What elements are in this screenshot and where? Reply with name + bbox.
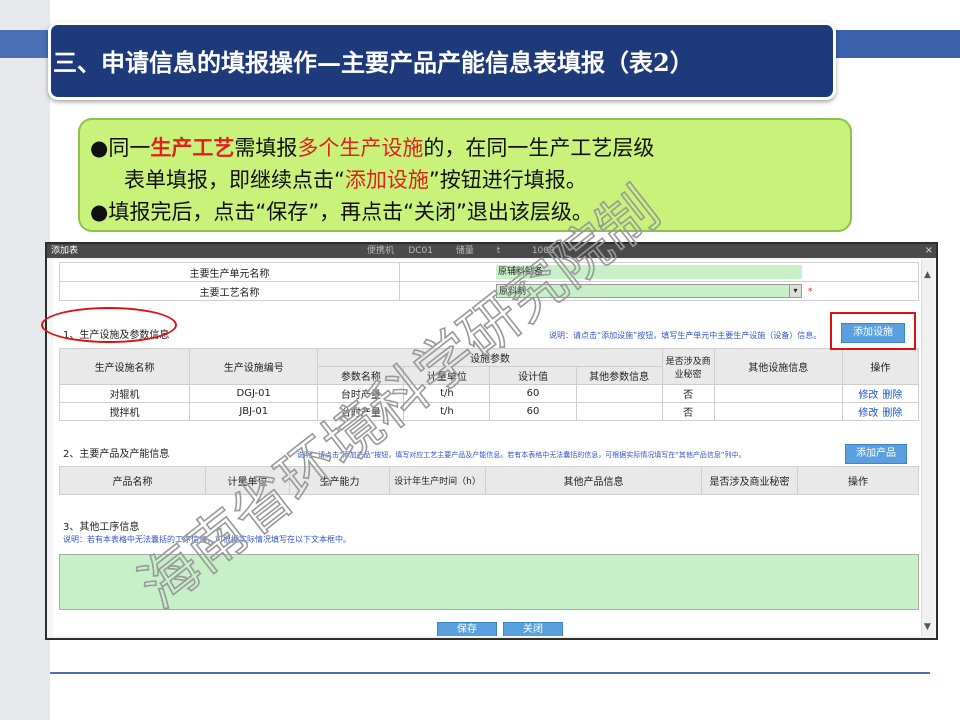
save-button[interactable]: 保存 bbox=[437, 622, 497, 636]
col-header: 操作 bbox=[797, 466, 919, 495]
bottom-rule bbox=[50, 672, 930, 674]
cell-unit: t/h bbox=[403, 384, 491, 403]
col-header: 设施参数 bbox=[317, 348, 663, 367]
cell-design-value: 60 bbox=[489, 384, 577, 403]
process-name-select[interactable]: 原料制 ▾ bbox=[496, 284, 802, 298]
facility-table: 生产设施名称 生产设施编号 设施参数 是否涉及商业秘密 其他设施信息 操作 参数… bbox=[58, 348, 920, 421]
col-header: 其他参数信息 bbox=[575, 366, 663, 385]
other-process-textarea[interactable] bbox=[59, 554, 919, 610]
note-highlight: 多个生产设施 bbox=[297, 136, 424, 160]
background-ghost-text: 便携机 DC01 储量 t 1000 bbox=[367, 244, 555, 258]
cell-facility-code: DGJ-01 bbox=[189, 384, 319, 403]
section3-label: 3、其他工序信息 bbox=[63, 522, 140, 533]
dialog-footer: 保存 关闭 bbox=[59, 622, 919, 636]
product-table: 产品名称 计量单位 生产能力 设计年生产时间（h） 其他产品信息 是否涉及商业秘… bbox=[59, 466, 919, 495]
process-name-value: 原料制 bbox=[499, 287, 527, 297]
col-header: 设计值 bbox=[489, 366, 577, 385]
note-text: ●同一 bbox=[90, 136, 151, 160]
dialog-body: 主要生产单元名称 原辅料制备 主要工艺名称 原料制 ▾ * 1、生产设施及参数信息 … bbox=[53, 260, 921, 636]
add-table-dialog: 添加表 便携机 DC01 储量 t 1000 × 主要生产单元名称 原辅料制备 … bbox=[45, 242, 938, 640]
unit-name-field[interactable]: 原辅料制备 bbox=[496, 265, 802, 279]
top-fields-table: 主要生产单元名称 原辅料制备 主要工艺名称 原料制 ▾ * bbox=[59, 262, 919, 301]
note-line-3: ●填报完后，点击“保存”，再点击“关闭”退出该层级。 bbox=[90, 200, 593, 224]
ghost-text: t bbox=[496, 246, 501, 256]
note-callout: ●同一生产工艺需填报多个生产设施的，在同一生产工艺层级 表单填报，即继续点击“添… bbox=[78, 118, 852, 232]
cell-secret: 否 bbox=[661, 402, 715, 421]
cell-design-value: 60 bbox=[489, 402, 577, 421]
table-row: 对辊机 DGJ-01 台时产量 t/h 60 否 修改 删除 bbox=[58, 384, 920, 403]
cell-other-info bbox=[713, 384, 843, 403]
note-text: 表单填报，即继续点击“ bbox=[124, 168, 345, 192]
ghost-text: 便携机 bbox=[367, 246, 395, 256]
cell-secret: 否 bbox=[661, 384, 715, 403]
required-marker: * bbox=[808, 287, 813, 297]
delete-link[interactable]: 删除 bbox=[882, 390, 902, 401]
top-decor-band-right bbox=[836, 30, 960, 58]
note-text: ”按钮进行填报。 bbox=[428, 168, 587, 192]
col-header: 产品名称 bbox=[59, 466, 206, 495]
ghost-text: 储量 bbox=[455, 246, 474, 256]
col-header: 生产设施编号 bbox=[189, 348, 319, 385]
unit-name-cell: 原辅料制备 bbox=[399, 262, 919, 282]
cell-facility-code: JBJ-01 bbox=[189, 402, 319, 421]
note-text: 的，在同一生产工艺层级 bbox=[423, 136, 655, 160]
section2-hint: 说明：请点击“添加产品”按钮，填写对应工艺主要产品及产能信息。若有本表格中无法囊… bbox=[297, 451, 746, 459]
cell-param-name: 台时产量 bbox=[317, 402, 405, 421]
cell-other-info bbox=[713, 402, 843, 421]
col-header: 参数名称 bbox=[317, 366, 405, 385]
cell-other-params bbox=[575, 384, 663, 403]
edit-link[interactable]: 修改 bbox=[858, 408, 878, 419]
col-header: 生产设施名称 bbox=[58, 348, 191, 385]
process-name-label: 主要工艺名称 bbox=[59, 281, 400, 301]
col-header: 是否涉及商业秘密 bbox=[661, 348, 715, 385]
col-header: 是否涉及商业秘密 bbox=[701, 466, 798, 495]
table-row: 搅拌机 JBJ-01 台时产量 t/h 60 否 修改 删除 bbox=[58, 402, 920, 421]
cell-ops: 修改 删除 bbox=[841, 384, 920, 403]
note-highlight: 生产工艺 bbox=[150, 136, 235, 160]
title-banner: 三、申请信息的填报操作—主要产品产能信息表填报（表2） bbox=[48, 22, 836, 100]
cell-facility-name: 搅拌机 bbox=[58, 402, 191, 421]
edit-link[interactable]: 修改 bbox=[858, 390, 878, 401]
ghost-text: DC01 bbox=[408, 246, 433, 256]
chevron-up-icon[interactable]: ▲ bbox=[924, 270, 931, 280]
slide: 三、申请信息的填报操作—主要产品产能信息表填报（表2） ●同一生产工艺需填报多个… bbox=[0, 0, 960, 720]
col-header: 设计年生产时间（h） bbox=[389, 466, 486, 495]
section2-label: 2、主要产品及产能信息 bbox=[63, 449, 170, 460]
note-line-1: ●同一生产工艺需填报多个生产设施的，在同一生产工艺层级 bbox=[90, 132, 654, 162]
col-header: 计量单位 bbox=[205, 466, 290, 495]
dialog-scrollbar[interactable]: ▲ ▼ bbox=[921, 260, 934, 636]
chevron-down-icon[interactable]: ▼ bbox=[924, 622, 931, 632]
delete-link[interactable]: 删除 bbox=[882, 408, 902, 419]
cell-other-params bbox=[575, 402, 663, 421]
note-text: 需填报 bbox=[234, 136, 298, 160]
cell-facility-name: 对辊机 bbox=[58, 384, 191, 403]
highlight-rect bbox=[830, 312, 916, 350]
unit-name-label: 主要生产单元名称 bbox=[59, 262, 400, 282]
close-icon[interactable]: × bbox=[925, 244, 933, 258]
section3-hint: 说明：若有本表格中无法囊括的工序信息，可根据实际情况填写在以下文本框中。 bbox=[63, 535, 351, 544]
left-decor-bar bbox=[0, 0, 50, 720]
dialog-titlebar: 添加表 便携机 DC01 储量 t 1000 × bbox=[47, 244, 936, 258]
col-header: 生产能力 bbox=[289, 466, 390, 495]
col-header: 其他产品信息 bbox=[485, 466, 702, 495]
cell-unit: t/h bbox=[403, 402, 491, 421]
note-line-2: 表单填报，即继续点击“添加设施”按钮进行填报。 bbox=[124, 164, 587, 194]
col-header: 计量单位 bbox=[403, 366, 491, 385]
add-product-button[interactable]: 添加产品 bbox=[845, 444, 907, 464]
cell-param-name: 台时产量 bbox=[317, 384, 405, 403]
chevron-down-icon[interactable]: ▾ bbox=[789, 285, 801, 297]
ghost-text: 1000 bbox=[531, 246, 555, 256]
close-button[interactable]: 关闭 bbox=[503, 622, 563, 636]
process-name-cell: 原料制 ▾ * bbox=[399, 281, 919, 301]
col-header: 操作 bbox=[841, 348, 920, 385]
highlight-ellipse bbox=[41, 307, 177, 343]
col-header: 其他设施信息 bbox=[713, 348, 843, 385]
note-highlight: 添加设施 bbox=[344, 168, 429, 192]
section1-hint: 说明：请点击“添加设施”按钮，填写生产单元中主要生产设施（设备）信息。 bbox=[549, 331, 822, 340]
slide-title: 三、申请信息的填报操作—主要产品产能信息表填报（表2） bbox=[53, 48, 694, 77]
dialog-title: 添加表 bbox=[51, 246, 79, 256]
cell-ops: 修改 删除 bbox=[841, 402, 920, 421]
